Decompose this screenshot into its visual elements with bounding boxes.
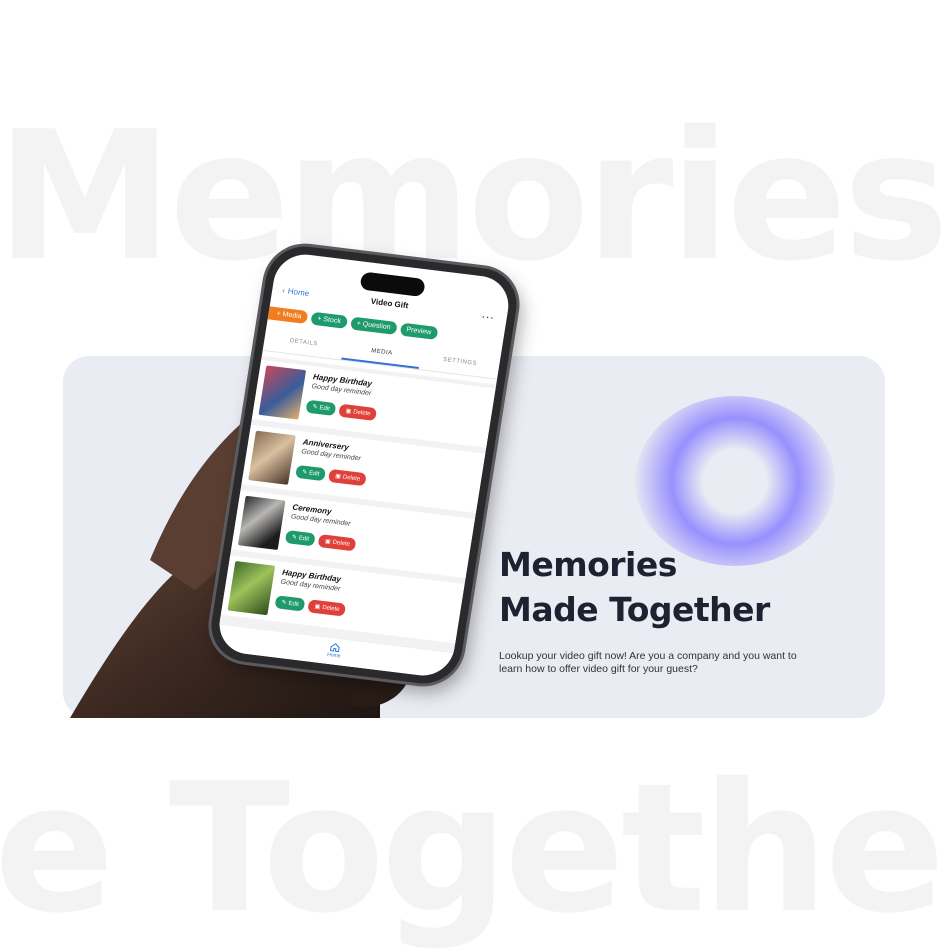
add-question-chip[interactable]: + Question — [349, 316, 398, 335]
media-thumbnail — [237, 495, 286, 551]
tab-settings[interactable]: SETTINGS — [419, 349, 500, 378]
pencil-icon: ✎ — [280, 599, 287, 607]
edit-button[interactable]: ✎ Edit — [295, 464, 327, 482]
delete-button[interactable]: ▣ Delete — [307, 599, 347, 617]
media-thumbnail — [258, 365, 307, 420]
hero-title-line-1: Memories — [499, 545, 677, 584]
delete-label: Delete — [332, 539, 351, 548]
pencil-icon: ✎ — [291, 534, 298, 542]
item-description: Good day reminder — [290, 513, 352, 528]
edit-label: Edit — [308, 469, 320, 478]
add-media-chip[interactable]: + Media — [267, 306, 309, 325]
hero-title-line-2: Made Together — [499, 590, 770, 629]
hero-description: Lookup your video gift now! Are you a co… — [499, 650, 797, 675]
preview-chip[interactable]: Preview — [399, 322, 439, 340]
hero-title: Memories Made Together — [499, 542, 770, 632]
item-description: Good day reminder — [300, 448, 362, 463]
glow-ring — [635, 396, 835, 566]
more-icon[interactable]: ... — [481, 306, 496, 321]
media-thumbnail — [248, 430, 296, 485]
trash-icon: ▣ — [345, 408, 352, 416]
media-thumbnail — [227, 560, 276, 616]
delete-label: Delete — [321, 604, 340, 613]
edit-button[interactable]: ✎ Edit — [284, 530, 317, 547]
trash-icon: ▣ — [324, 538, 331, 546]
background-word-bottom: e Togethe — [0, 745, 945, 952]
tab-details[interactable]: DETAILS — [263, 330, 344, 359]
edit-label: Edit — [318, 404, 331, 412]
trash-icon: ▣ — [314, 603, 321, 611]
delete-label: Delete — [342, 474, 361, 483]
edit-button[interactable]: ✎ Edit — [305, 399, 337, 417]
edit-label: Edit — [298, 535, 310, 543]
edit-label: Edit — [288, 600, 300, 608]
add-stock-chip[interactable]: + Stock — [310, 311, 348, 329]
background-word-top: Memories — [0, 93, 949, 300]
delete-button[interactable]: ▣ Delete — [328, 468, 368, 487]
delete-button[interactable]: ▣ Delete — [317, 534, 357, 552]
trash-icon: ▣ — [334, 473, 342, 481]
tab-media[interactable]: MEDIA — [340, 339, 423, 370]
edit-button[interactable]: ✎ Edit — [274, 595, 306, 612]
delete-label: Delete — [352, 408, 371, 417]
home-icon[interactable] — [329, 642, 340, 653]
delete-button[interactable]: ▣ Delete — [338, 403, 378, 422]
home-tab-label: Home — [326, 651, 341, 660]
pencil-icon: ✎ — [311, 404, 318, 411]
pencil-icon: ✎ — [301, 469, 308, 477]
media-list: Happy Birthday Good day reminder ✎ Edit ▣… — [219, 355, 497, 654]
